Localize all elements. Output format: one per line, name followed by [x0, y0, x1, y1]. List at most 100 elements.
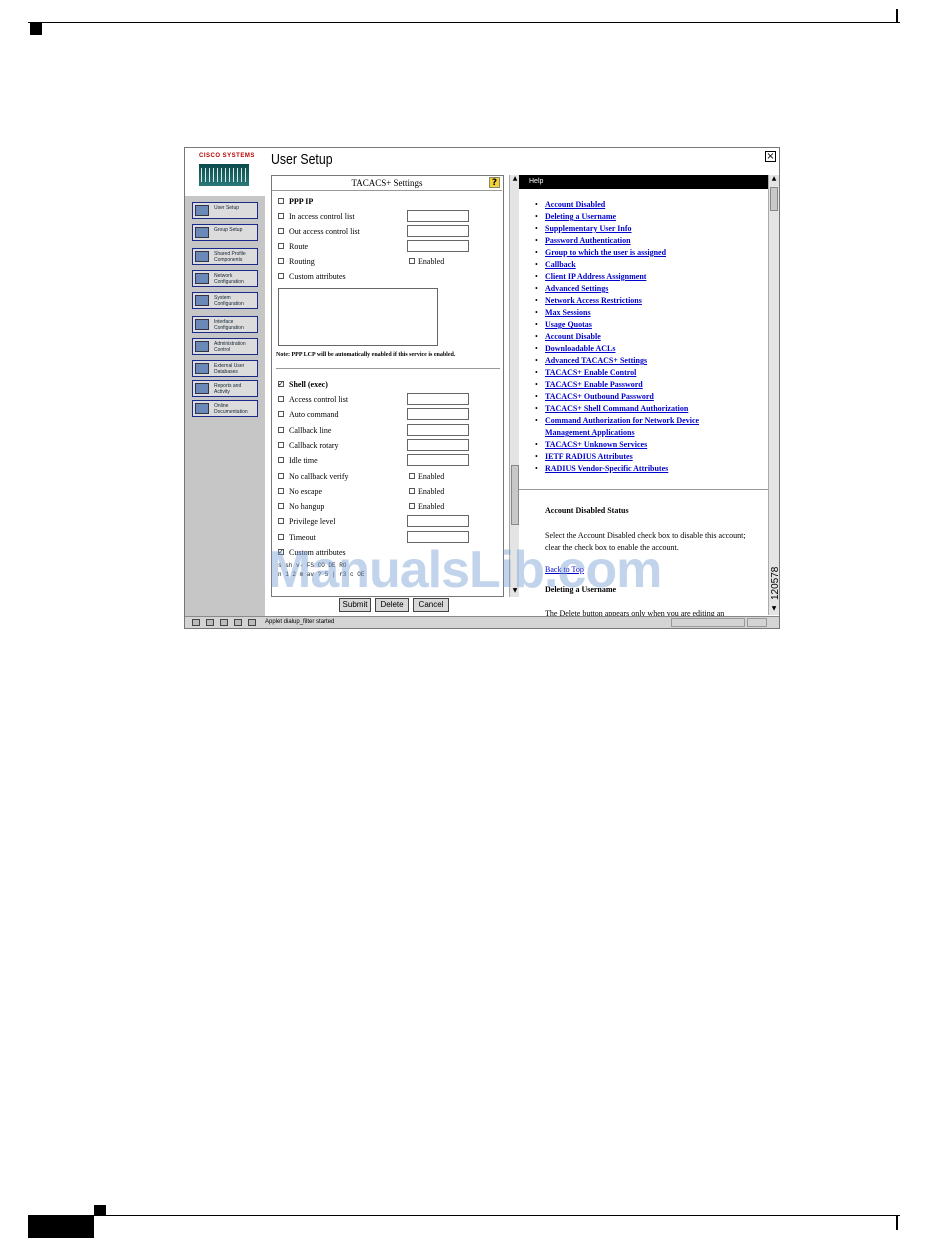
- sidebar-item-user-setup[interactable]: User Setup: [192, 202, 258, 219]
- help-link[interactable]: Network Access Restrictions: [545, 296, 642, 306]
- scroll-down-icon[interactable]: ▼: [770, 605, 778, 613]
- ppp-row-checkbox[interactable]: [278, 243, 284, 250]
- shell-row-checkbox[interactable]: [278, 427, 284, 434]
- close-icon[interactable]: ×: [765, 151, 776, 162]
- help-link[interactable]: Account Disable: [545, 332, 601, 342]
- ppp-row-checkbox[interactable]: [278, 228, 284, 235]
- help-link[interactable]: Downloadable ACLs: [545, 344, 615, 354]
- sidebar-item-online-documentation[interactable]: Online Documentation: [192, 400, 258, 417]
- cancel-button[interactable]: Cancel: [413, 598, 449, 612]
- shell-row-input[interactable]: [407, 454, 469, 466]
- sidebar-item-administration-control[interactable]: Administration Control: [192, 338, 258, 355]
- ppp-row[interactable]: Routing: [278, 256, 315, 268]
- shell-enabled[interactable]: Enabled: [409, 486, 444, 498]
- help-scroll-thumb[interactable]: [770, 187, 778, 211]
- submit-button[interactable]: Submit: [339, 598, 371, 612]
- shell-row[interactable]: No hangup: [278, 501, 324, 513]
- ppp-row[interactable]: Custom attributes: [278, 271, 346, 283]
- shell-exec-row[interactable]: Shell (exec): [278, 379, 328, 391]
- ppp-ip-row[interactable]: PPP IP: [278, 196, 313, 208]
- help-link[interactable]: Advanced Settings: [545, 284, 608, 294]
- sidebar-item-reports-and-activity[interactable]: Reports and Activity: [192, 380, 258, 397]
- bullet: •: [535, 344, 538, 353]
- shell-row[interactable]: Access control list: [278, 394, 348, 406]
- ppp-row-label: In access control list: [289, 212, 355, 221]
- shell-row-checkbox[interactable]: [278, 518, 284, 525]
- sidebar-item-system-configuration[interactable]: System Configuration: [192, 292, 258, 309]
- enabled-checkbox[interactable]: [409, 473, 415, 480]
- sidebar-item-network-configuration[interactable]: Network Configuration: [192, 270, 258, 287]
- shell-row[interactable]: Callback rotary: [278, 440, 339, 452]
- bullet: •: [535, 356, 538, 365]
- routing-enabled[interactable]: Enabled: [409, 256, 444, 268]
- help-scrollbar[interactable]: ▲ ▼: [768, 175, 779, 615]
- shell-row[interactable]: No escape: [278, 486, 322, 498]
- help-link[interactable]: TACACS+ Outbound Password: [545, 392, 654, 402]
- ppp-row-checkbox[interactable]: [278, 213, 284, 220]
- help-link[interactable]: Callback: [545, 260, 576, 270]
- shell-row[interactable]: Callback line: [278, 425, 331, 437]
- ppp-row-checkbox[interactable]: [278, 258, 284, 265]
- help-link[interactable]: Usage Quotas: [545, 320, 592, 330]
- user-icon: [195, 205, 209, 216]
- shell-row-checkbox[interactable]: [278, 488, 284, 495]
- shell-row-checkbox[interactable]: [278, 473, 284, 480]
- ppp-row[interactable]: Out access control list: [278, 226, 360, 238]
- sidebar-item-shared-profile-components[interactable]: Shared Profile Components: [192, 248, 258, 265]
- help-link[interactable]: TACACS+ Enable Control: [545, 368, 636, 378]
- shell-row-checkbox[interactable]: [278, 457, 284, 464]
- shell-row-checkbox[interactable]: [278, 396, 284, 403]
- help-link[interactable]: Client IP Address Assignment: [545, 272, 646, 282]
- shell-row-input[interactable]: [407, 393, 469, 405]
- ppp-row-input[interactable]: [407, 225, 469, 237]
- shell-enabled[interactable]: Enabled: [409, 501, 444, 513]
- enabled-checkbox[interactable]: [409, 258, 415, 265]
- shell-row-checkbox[interactable]: [278, 503, 284, 510]
- shell-exec-checkbox[interactable]: [278, 381, 284, 388]
- help-link[interactable]: Supplementary User Info: [545, 224, 632, 234]
- ppp-row-input[interactable]: [407, 210, 469, 222]
- scroll-up-icon[interactable]: ▲: [511, 175, 519, 183]
- shell-row-checkbox[interactable]: [278, 442, 284, 449]
- shell-row-checkbox[interactable]: [278, 411, 284, 418]
- help-link[interactable]: Account Disabled: [545, 200, 605, 210]
- help-link[interactable]: TACACS+ Unknown Services: [545, 440, 647, 450]
- scroll-up-icon[interactable]: ▲: [770, 175, 778, 183]
- help-link[interactable]: IETF RADIUS Attributes: [545, 452, 633, 462]
- ppp-row-label: Routing: [289, 257, 315, 266]
- bullet: •: [535, 320, 538, 329]
- help-link[interactable]: Command Authorization for Network Device: [545, 416, 699, 426]
- sidebar-item-external-user-databases[interactable]: External User Databases: [192, 360, 258, 377]
- shell-row[interactable]: Privilege level: [278, 516, 335, 528]
- sidebar-item-interface-configuration[interactable]: Interface Configuration: [192, 316, 258, 333]
- help-link[interactable]: Group to which the user is assigned: [545, 248, 666, 258]
- enabled-checkbox[interactable]: [409, 488, 415, 495]
- help-link[interactable]: Password Authentication: [545, 236, 631, 246]
- form-scroll-thumb[interactable]: [511, 465, 519, 525]
- ppp-row-input[interactable]: [407, 240, 469, 252]
- help-link[interactable]: Advanced TACACS+ Settings: [545, 356, 647, 366]
- delete-button[interactable]: Delete: [375, 598, 409, 612]
- help-link[interactable]: Management Applications: [545, 428, 635, 438]
- shell-row-input[interactable]: [407, 408, 469, 420]
- ppp-row[interactable]: In access control list: [278, 211, 355, 223]
- sidebar-item-group-setup[interactable]: Group Setup: [192, 224, 258, 241]
- help-link[interactable]: TACACS+ Shell Command Authorization: [545, 404, 688, 414]
- ppp-row-checkbox[interactable]: [278, 273, 284, 280]
- help-link[interactable]: TACACS+ Enable Password: [545, 380, 643, 390]
- ppp-ip-checkbox[interactable]: [278, 198, 284, 205]
- help-link[interactable]: Deleting a Username: [545, 212, 616, 222]
- shell-row-input[interactable]: [407, 515, 469, 527]
- shell-row[interactable]: No callback verify: [278, 471, 349, 483]
- shell-enabled[interactable]: Enabled: [409, 471, 444, 483]
- shell-row-input[interactable]: [407, 424, 469, 436]
- enabled-checkbox[interactable]: [409, 503, 415, 510]
- shell-row[interactable]: Idle time: [278, 455, 318, 467]
- help-question-icon[interactable]: ?: [489, 177, 500, 188]
- ppp-row[interactable]: Route: [278, 241, 308, 253]
- shell-row[interactable]: Auto command: [278, 409, 339, 421]
- help-link[interactable]: RADIUS Vendor-Specific Attributes: [545, 464, 668, 474]
- help-link[interactable]: Max Sessions: [545, 308, 591, 318]
- shell-row-input[interactable]: [407, 439, 469, 451]
- ppp-custom-attributes-textarea[interactable]: [278, 288, 438, 346]
